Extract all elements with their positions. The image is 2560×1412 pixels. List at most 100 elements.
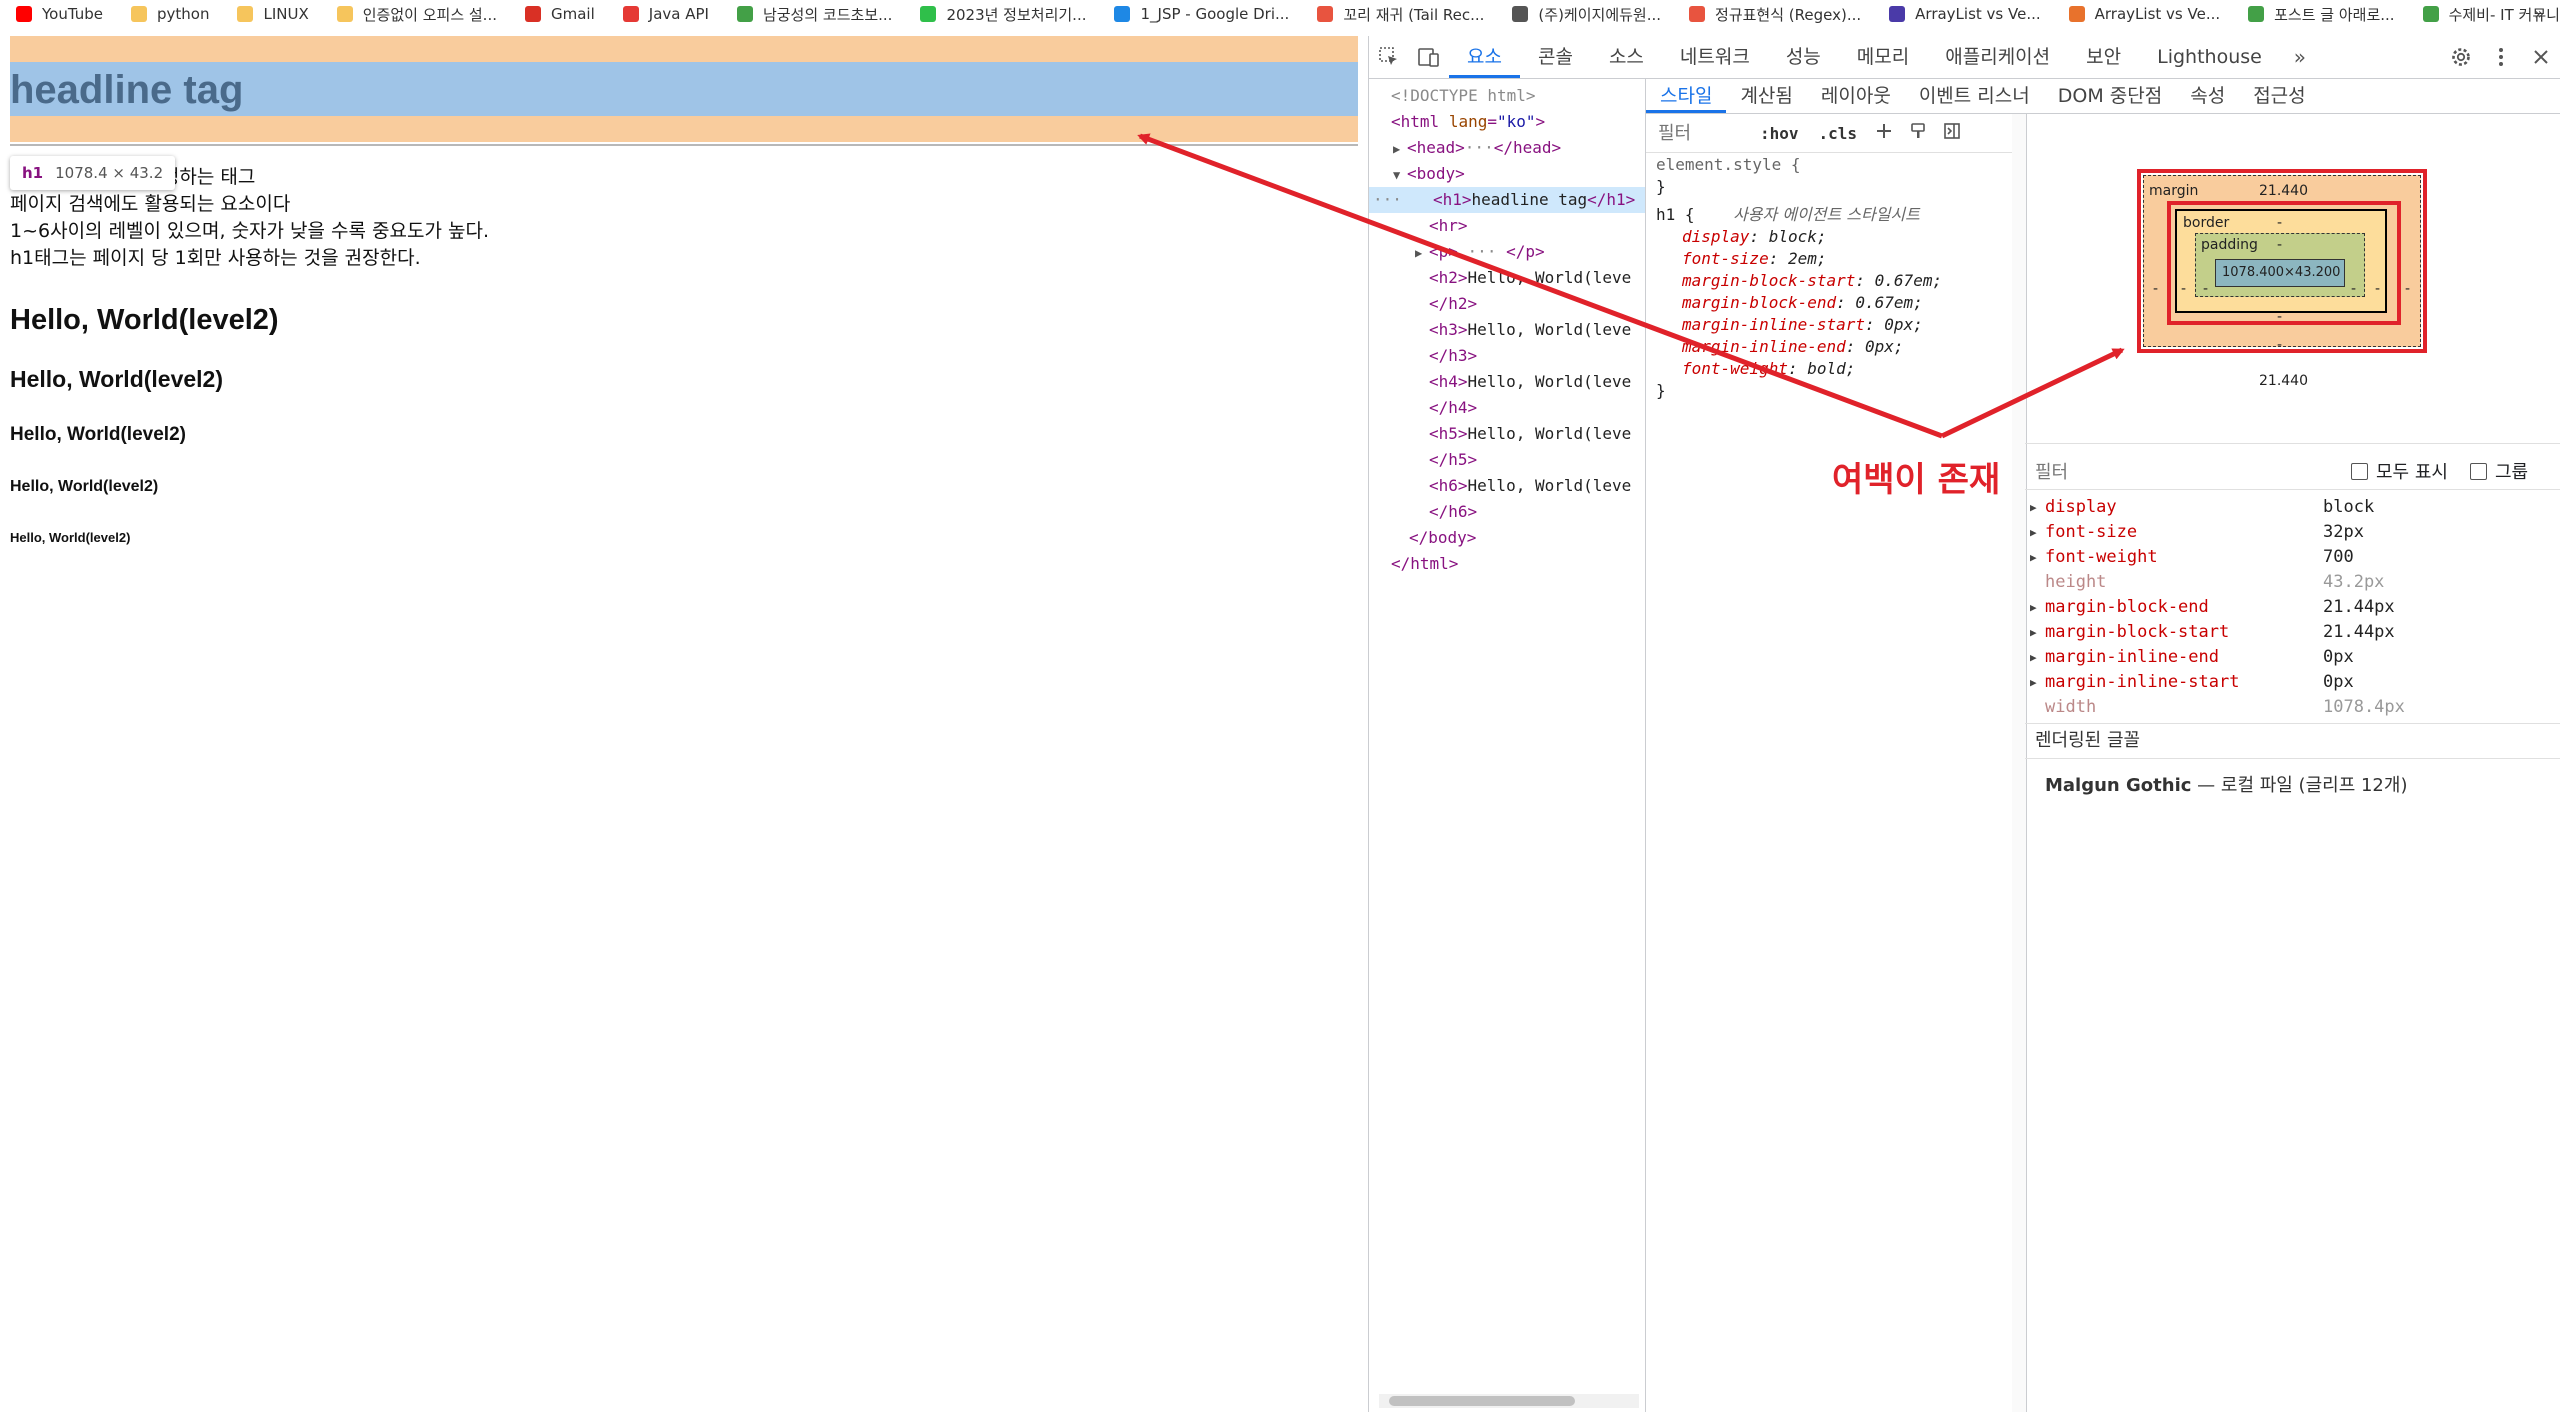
hov-button[interactable]: :hov — [1750, 124, 1809, 143]
subtab-accessibility[interactable]: 접근성 — [2239, 79, 2319, 113]
css-declaration[interactable]: font-weight: bold; — [1646, 358, 2012, 380]
computed-property-row[interactable]: ▶ margin-block-end 21.44px — [2025, 595, 2560, 620]
subtab-event-listeners[interactable]: 이벤트 리스너 — [1905, 79, 2044, 113]
margin-left-value[interactable]: - — [2153, 281, 2158, 297]
element-style-rule[interactable]: element.style { — [1646, 154, 2012, 176]
css-property-name[interactable]: font-weight — [1682, 359, 1788, 378]
bookmark-item[interactable]: 포스트 글 아래로... — [2232, 0, 2406, 28]
tree-h4[interactable]: <h4>Hello, World(leve — [1369, 369, 1645, 395]
expand-arrow-icon[interactable]: ▶ — [2030, 545, 2037, 570]
tab-elements[interactable]: 요소 — [1449, 36, 1520, 78]
bookmark-item[interactable]: 정규표현식 (Regex)... — [1673, 0, 1873, 28]
css-property-name[interactable]: display — [1682, 227, 1749, 246]
inspect-element-icon[interactable] — [1369, 36, 1409, 78]
bookmark-item[interactable]: python — [115, 0, 221, 28]
css-declaration[interactable]: display: block; — [1646, 226, 2012, 248]
bookmark-item[interactable]: 2023년 정보처리기... — [904, 0, 1098, 28]
p-ellipsis[interactable]: ··· — [1468, 242, 1497, 261]
padding-left-value[interactable]: - — [2203, 281, 2208, 297]
bookmark-item[interactable]: 꼬리 재귀 (Tail Rec... — [1301, 0, 1496, 28]
tree-h6-close[interactable]: </h6> — [1369, 499, 1645, 525]
subtab-styles[interactable]: 스타일 — [1646, 79, 1727, 113]
css-declaration[interactable]: margin-block-end: 0.67em; — [1646, 292, 2012, 314]
computed-filter-input[interactable]: 필터 — [2025, 458, 2335, 484]
rendered-fonts-header[interactable]: 렌더링된 글꼴 — [2025, 723, 2560, 759]
border-left-value[interactable]: - — [2181, 281, 2186, 297]
show-all-checkbox[interactable]: 모두 표시 — [2351, 458, 2448, 484]
subtab-dom-breakpoints[interactable]: DOM 중단점 — [2044, 79, 2176, 113]
toggle-sidebar-icon[interactable] — [1935, 122, 1969, 145]
tab-console[interactable]: 콘솔 — [1520, 36, 1591, 78]
tab-performance[interactable]: 성능 — [1768, 36, 1839, 78]
bookmark-item[interactable]: (주)케이지에듀원... — [1496, 0, 1673, 28]
scrollbar-thumb[interactable] — [1389, 1396, 1575, 1406]
bookmark-item[interactable]: 1_JSP - Google Dri... — [1098, 0, 1301, 28]
expand-arrow-icon[interactable]: ▶ — [2030, 670, 2037, 695]
tree-body-close[interactable]: </body> — [1369, 525, 1645, 551]
expand-arrow-icon[interactable]: ▶ — [1393, 136, 1407, 162]
padding-right-value[interactable]: - — [2351, 281, 2356, 297]
tree-hr[interactable]: <hr> — [1369, 213, 1645, 239]
content-size-value[interactable]: 1078.400×43.200 — [2222, 265, 2340, 280]
bookmark-item[interactable]: 남궁성의 코드초보... — [721, 0, 904, 28]
tab-sources[interactable]: 소스 — [1591, 36, 1662, 78]
css-property-value[interactable]: 0px; — [1884, 315, 1923, 334]
tree-h3[interactable]: <h3>Hello, World(leve — [1369, 317, 1645, 343]
computed-property-row[interactable]: ▶ margin-block-start 21.44px — [2025, 620, 2560, 645]
bookmarks-overflow-button[interactable]: » — [2534, 4, 2544, 23]
margin-right-value[interactable]: - — [2405, 281, 2410, 297]
tree-head[interactable]: ▶ <head>···</head> — [1369, 135, 1645, 162]
expand-arrow-icon[interactable]: ▶ — [2030, 620, 2037, 645]
css-property-value[interactable]: 2em; — [1788, 249, 1827, 268]
expand-arrow-icon[interactable]: ▶ — [2030, 595, 2037, 620]
css-property-name[interactable]: margin-inline-end — [1682, 337, 1846, 356]
expand-arrow-icon[interactable]: ▶ — [2030, 520, 2037, 545]
tab-network[interactable]: 네트워크 — [1662, 36, 1768, 78]
padding-top-value[interactable]: - — [2277, 237, 2282, 253]
css-property-name[interactable]: margin-block-start — [1682, 271, 1855, 290]
tree-h5-close[interactable]: </h5> — [1369, 447, 1645, 473]
styles-filter-input[interactable] — [1646, 121, 1750, 145]
more-tabs-button[interactable]: » — [2280, 36, 2320, 78]
css-property-name[interactable]: margin-block-end — [1682, 293, 1836, 312]
computed-property-row[interactable]: ▶ margin-inline-end 0px — [2025, 645, 2560, 670]
bookmark-item[interactable]: 인증없이 오피스 설... — [321, 0, 509, 28]
expand-arrow-icon[interactable]: ▶ — [2030, 645, 2037, 670]
margin-bottom-value[interactable]: 21.440 — [2259, 373, 2308, 389]
tree-h2-close[interactable]: </h2> — [1369, 291, 1645, 317]
expand-arrow-icon[interactable]: ▶ — [1415, 240, 1429, 266]
selected-node-dots[interactable]: ··· — [1369, 187, 1433, 213]
expand-arrow-icon[interactable]: ▶ — [2030, 495, 2037, 520]
bookmark-item[interactable]: Java API — [607, 0, 721, 28]
css-declaration[interactable]: margin-inline-start: 0px; — [1646, 314, 2012, 336]
computed-property-row[interactable]: width 1078.4px — [2025, 695, 2560, 720]
css-property-value[interactable]: block; — [1769, 227, 1827, 246]
bookmark-item[interactable]: ArrayList vs Ve... — [2053, 0, 2232, 28]
css-property-value[interactable]: 0.67em; — [1875, 271, 1942, 290]
css-property-value[interactable]: 0.67em; — [1855, 293, 1922, 312]
computed-property-row[interactable]: height 43.2px — [2025, 570, 2560, 595]
tree-h6[interactable]: <h6>Hello, World(leve — [1369, 473, 1645, 499]
tree-horizontal-scrollbar[interactable] — [1379, 1394, 1639, 1408]
new-rule-plus-icon[interactable] — [1867, 122, 1901, 145]
subtab-layout[interactable]: 레이아웃 — [1807, 79, 1905, 113]
css-declaration[interactable]: margin-inline-end: 0px; — [1646, 336, 2012, 358]
checkbox-box[interactable] — [2351, 463, 2368, 480]
css-property-value[interactable]: 0px; — [1865, 337, 1904, 356]
tab-lighthouse[interactable]: Lighthouse — [2139, 36, 2280, 78]
css-property-name[interactable]: font-size — [1682, 249, 1769, 268]
tree-html[interactable]: <html lang="ko"> — [1369, 109, 1645, 135]
tree-html-close[interactable]: </html> — [1369, 551, 1645, 577]
tree-doctype[interactable]: <!DOCTYPE html> — [1369, 83, 1645, 109]
paint-brush-icon[interactable] — [1901, 122, 1935, 145]
subtab-computed[interactable]: 계산됨 — [1726, 79, 1806, 113]
bookmark-item[interactable]: Gmail — [509, 0, 607, 28]
bookmark-item[interactable]: ArrayList vs Ve... — [1873, 0, 2052, 28]
border-bottom-value[interactable]: - — [2277, 337, 2282, 353]
head-ellipsis[interactable]: ··· — [1465, 138, 1494, 157]
css-declaration[interactable]: margin-block-start: 0.67em; — [1646, 270, 2012, 292]
tree-h3-close[interactable]: </h3> — [1369, 343, 1645, 369]
group-checkbox[interactable]: 그룹 — [2469, 458, 2528, 484]
tree-h4-close[interactable]: </h4> — [1369, 395, 1645, 421]
device-toolbar-icon[interactable] — [1409, 36, 1449, 78]
